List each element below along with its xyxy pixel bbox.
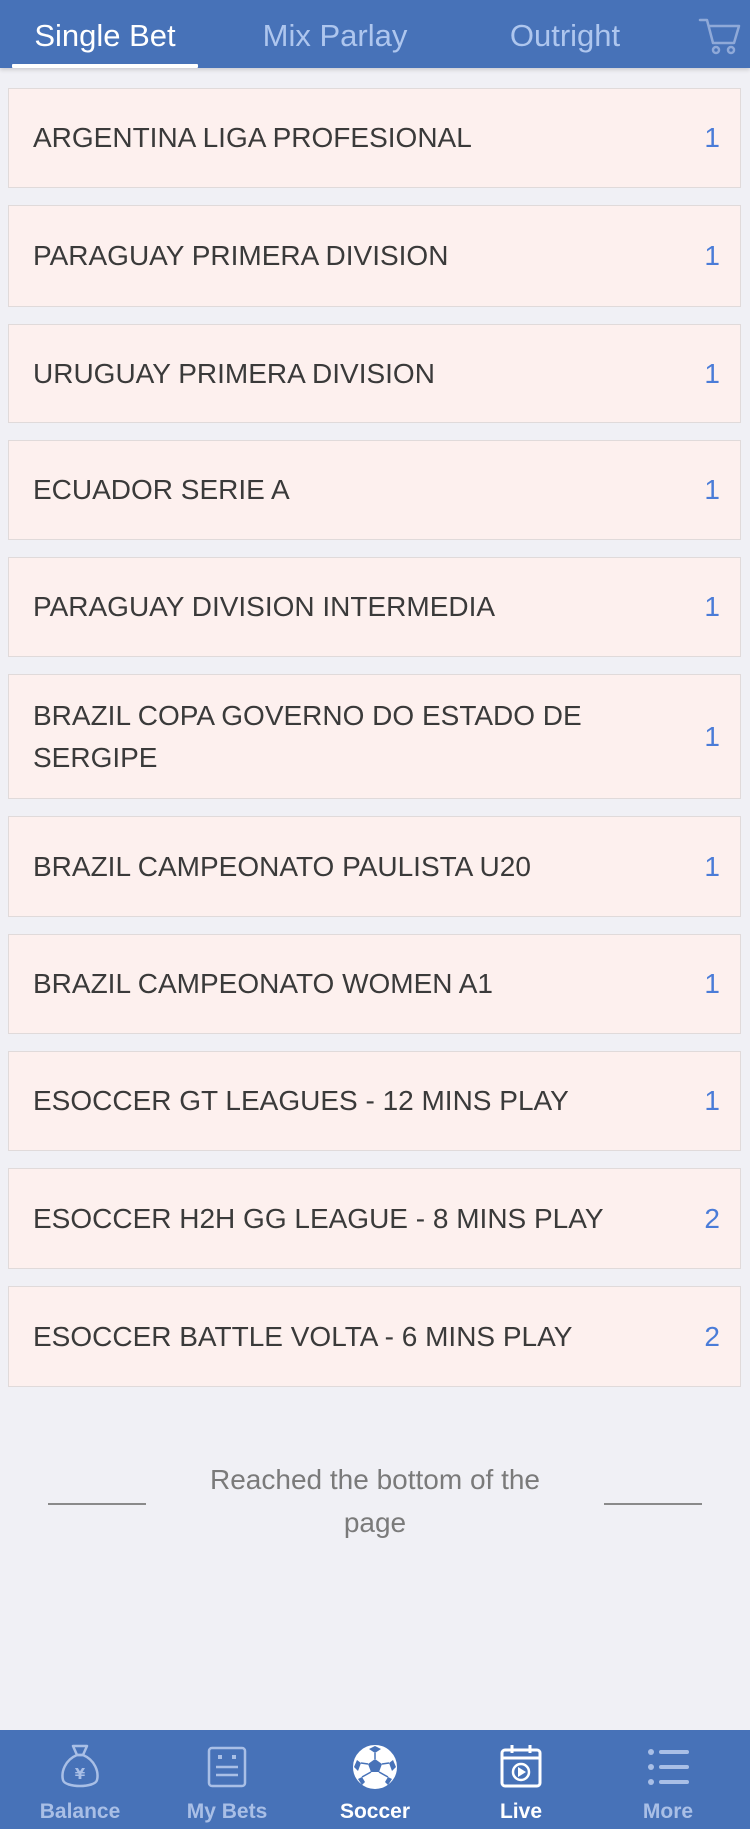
league-row[interactable]: ESOCCER BATTLE VOLTA - 6 MINS PLAY 2 <box>8 1286 741 1387</box>
match-count: 1 <box>704 122 720 153</box>
live-video-icon <box>498 1742 544 1792</box>
bet-slip-icon <box>204 1742 250 1792</box>
shopping-cart-icon[interactable] <box>698 16 742 56</box>
divider-right <box>604 1503 702 1505</box>
match-count: 1 <box>704 357 720 389</box>
end-of-list-notice: Reached the bottom of the page <box>0 1458 750 1548</box>
bottom-navigation: ¥ Balance My Bets Soccer Live More <box>0 1730 750 1829</box>
tab-single-bet[interactable]: Single Bet <box>10 0 200 68</box>
top-tab-bar: Single Bet Mix Parlay Outright <box>0 0 750 68</box>
nav-balance[interactable]: ¥ Balance <box>5 1730 155 1829</box>
league-list: ARGENTINA LIGA PROFESIONAL 1 PARAGUAY PR… <box>8 88 741 1404</box>
league-row[interactable]: BRAZIL CAMPEONATO PAULISTA U20 1 <box>8 816 741 917</box>
league-row[interactable]: ESOCCER GT LEAGUES - 12 MINS PLAY 1 <box>8 1051 741 1151</box>
nav-label: Balance <box>39 1800 121 1823</box>
tab-mix-parlay[interactable]: Mix Parlay <box>235 0 435 68</box>
nav-more[interactable]: More <box>593 1730 743 1829</box>
tab-outright[interactable]: Outright <box>470 0 660 68</box>
match-count: 1 <box>704 591 720 622</box>
league-row[interactable]: PARAGUAY PRIMERA DIVISION 1 <box>8 205 741 307</box>
match-count: 1 <box>704 1085 720 1116</box>
league-name: ECUADOR SERIE A <box>33 474 290 505</box>
league-name: PARAGUAY DIVISION INTERMEDIA <box>33 591 496 622</box>
league-name: BRAZIL CAMPEONATO WOMEN A1 <box>33 968 494 999</box>
league-name: BRAZIL CAMPEONATO PAULISTA U20 <box>33 850 531 882</box>
league-name: PARAGUAY PRIMERA DIVISION <box>33 240 449 271</box>
match-count: 2 <box>704 1320 720 1352</box>
league-name: URUGUAY PRIMERA DIVISION <box>33 357 435 389</box>
league-row[interactable]: ARGENTINA LIGA PROFESIONAL 1 <box>8 88 741 188</box>
match-count: 2 <box>704 1202 720 1234</box>
league-row[interactable]: ECUADOR SERIE A 1 <box>8 440 741 540</box>
league-row[interactable]: ESOCCER H2H GG LEAGUE - 8 MINS PLAY 2 <box>8 1168 741 1269</box>
league-name: ESOCCER GT LEAGUES - 12 MINS PLAY <box>33 1085 569 1116</box>
league-name: ESOCCER H2H GG LEAGUE - 8 MINS PLAY <box>33 1202 604 1234</box>
divider-left <box>48 1503 146 1505</box>
match-count: 1 <box>704 720 720 752</box>
end-of-list-text: Reached the bottom of the page <box>210 1464 540 1538</box>
match-count: 1 <box>704 850 720 882</box>
nav-label: My Bets <box>186 1800 268 1823</box>
nav-soccer[interactable]: Soccer <box>300 1730 450 1829</box>
nav-label: Live <box>499 1800 543 1823</box>
match-count: 1 <box>704 474 720 505</box>
match-count: 1 <box>704 968 720 999</box>
league-name: ESOCCER BATTLE VOLTA - 6 MINS PLAY <box>33 1320 573 1352</box>
league-row[interactable]: BRAZIL CAMPEONATO WOMEN A1 1 <box>8 934 741 1034</box>
active-tab-indicator <box>12 64 198 68</box>
nav-label: Soccer <box>339 1800 411 1823</box>
svg-text:¥: ¥ <box>75 1765 86 1783</box>
league-row[interactable]: BRAZIL COPA GOVERNO DO ESTADO DE SERGIPE… <box>8 674 741 799</box>
league-row[interactable]: URUGUAY PRIMERA DIVISION 1 <box>8 324 741 423</box>
money-bag-icon: ¥ <box>57 1742 103 1792</box>
nav-label: More <box>642 1800 694 1823</box>
nav-my-bets[interactable]: My Bets <box>152 1730 302 1829</box>
league-row[interactable]: PARAGUAY DIVISION INTERMEDIA 1 <box>8 557 741 657</box>
match-count: 1 <box>704 240 720 271</box>
league-name: ARGENTINA LIGA PROFESIONAL <box>33 122 472 153</box>
menu-list-icon <box>645 1742 691 1792</box>
nav-live[interactable]: Live <box>446 1730 596 1829</box>
league-name: BRAZIL COPA GOVERNO DO ESTADO DE SERGIPE <box>33 699 582 773</box>
soccer-ball-icon <box>352 1742 398 1792</box>
